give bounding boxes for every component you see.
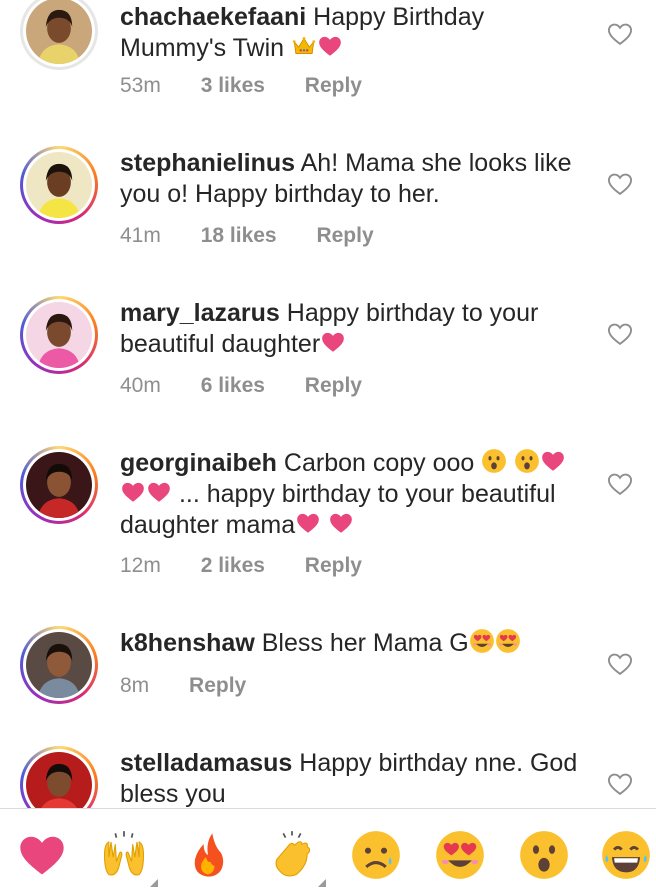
- surprised-emoji: [514, 448, 540, 474]
- comment-meta: 12m 2 likes Reply: [120, 554, 396, 578]
- comment-likes[interactable]: 18 likes: [201, 224, 277, 247]
- like-heart-icon[interactable]: [606, 470, 634, 498]
- comment-meta: 53m 3 likes Reply: [120, 74, 396, 98]
- comment-time: 41m: [120, 224, 161, 247]
- heart-eyes-emoji: [469, 628, 495, 654]
- emoji-quick-bar: [0, 808, 656, 896]
- like-heart-icon[interactable]: [606, 170, 634, 198]
- heart-emoji: [328, 510, 354, 536]
- comment-text-block: georginaibeh Carbon copy ooo ... happy b…: [120, 448, 590, 541]
- reply-button[interactable]: Reply: [305, 374, 362, 397]
- comment-text-block: stelladamasus Happy birthday nne. God bl…: [120, 748, 590, 808]
- comment-likes[interactable]: 3 likes: [201, 74, 265, 97]
- surprised-face-emoji[interactable]: [518, 829, 570, 881]
- comment-meta: 40m 6 likes Reply: [120, 374, 396, 398]
- heart-emoji: [540, 448, 566, 474]
- comment-username[interactable]: mary_lazarus: [120, 299, 280, 327]
- like-heart-icon[interactable]: [606, 320, 634, 348]
- comment-text: Carbon copy ooo: [283, 449, 475, 477]
- surprised-emoji: [481, 448, 507, 474]
- laughing-face-emoji[interactable]: [600, 829, 652, 881]
- comment-text-block: k8henshaw Bless her Mama G: [120, 628, 590, 659]
- comment-meta: 41m 18 likes Reply: [120, 224, 408, 248]
- heart-emoji: [295, 510, 321, 536]
- crying-face-emoji[interactable]: [350, 829, 402, 881]
- fire-emoji[interactable]: [182, 829, 234, 881]
- like-heart-icon[interactable]: [606, 650, 634, 678]
- crown-emoji: [291, 33, 317, 59]
- like-heart-icon[interactable]: [606, 770, 634, 798]
- comment-time: 12m: [120, 554, 161, 577]
- comment-likes[interactable]: 2 likes: [201, 554, 265, 577]
- comment-username[interactable]: stelladamasus: [120, 749, 292, 777]
- comment-text-block: chachaekefaani Happy Birthday Mummy's Tw…: [120, 2, 590, 64]
- avatar[interactable]: [20, 0, 98, 70]
- heart-emoji: [317, 33, 343, 59]
- heart-emoji: [320, 329, 346, 355]
- comment-username[interactable]: stephanielinus: [120, 149, 295, 177]
- avatar[interactable]: [20, 626, 98, 704]
- comment-text-block: stephanielinus Ah! Mama she looks like y…: [120, 148, 590, 210]
- comment-username[interactable]: georginaibeh: [120, 449, 277, 477]
- reply-button[interactable]: Reply: [189, 674, 246, 697]
- comment-username[interactable]: k8henshaw: [120, 629, 255, 657]
- heart-emoji: [146, 479, 172, 505]
- raised-hands-emoji[interactable]: [98, 829, 158, 887]
- comment-text: Bless her Mama G: [261, 629, 469, 657]
- comment-time: 40m: [120, 374, 161, 397]
- comments-feed[interactable]: chachaekefaani Happy Birthday Mummy's Tw…: [0, 0, 656, 808]
- heart-eyes-face-emoji[interactable]: [434, 829, 486, 881]
- clapping-hands-emoji[interactable]: [266, 829, 326, 887]
- red-heart-emoji[interactable]: [16, 829, 68, 881]
- avatar[interactable]: [20, 446, 98, 524]
- reply-button[interactable]: Reply: [316, 224, 373, 247]
- avatar[interactable]: [20, 146, 98, 224]
- comment-meta: 8m Reply: [120, 674, 280, 698]
- heart-eyes-emoji: [495, 628, 521, 654]
- avatar[interactable]: [20, 746, 98, 808]
- comment-username[interactable]: chachaekefaani: [120, 3, 306, 31]
- avatar[interactable]: [20, 296, 98, 374]
- comment-text-block: mary_lazarus Happy birthday to your beau…: [120, 298, 590, 360]
- heart-emoji: [120, 479, 146, 505]
- comment-time: 8m: [120, 674, 150, 697]
- reply-button[interactable]: Reply: [305, 554, 362, 577]
- like-heart-icon[interactable]: [606, 20, 634, 48]
- reply-button[interactable]: Reply: [305, 74, 362, 97]
- comment-time: 53m: [120, 74, 161, 97]
- comment-likes[interactable]: 6 likes: [201, 374, 265, 397]
